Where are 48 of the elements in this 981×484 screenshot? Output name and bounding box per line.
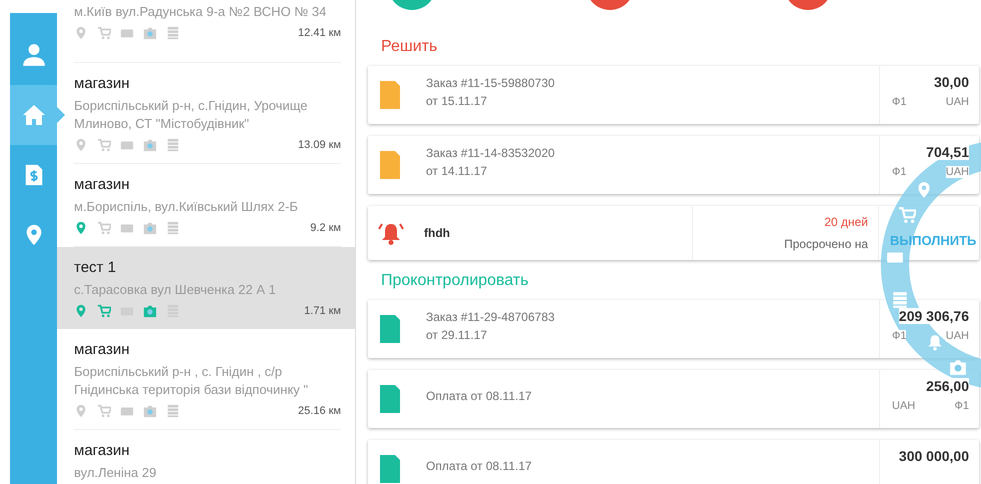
distance-label: 12.41 км	[298, 27, 341, 39]
amount-label: UAH	[892, 400, 916, 412]
amount-label: Ф1	[892, 166, 906, 178]
amount-value: 704,51	[926, 144, 969, 160]
cart-icon[interactable]	[898, 206, 916, 224]
distance-label: 13.09 км	[298, 139, 341, 151]
store-address: м.Київ вул.Радунська 9-а №2 ВСНО № 34	[74, 3, 328, 21]
bell-icon[interactable]	[926, 333, 944, 351]
store-name: магазин	[74, 341, 131, 359]
amount-value: 30,00	[934, 74, 969, 90]
section-title: Проконтролировать	[381, 272, 530, 290]
document-title: Заказ #11-14-83532020	[426, 145, 556, 162]
list-icon[interactable]	[891, 291, 909, 309]
amount-label: UAH	[946, 330, 969, 342]
overdue-label: Просрочено на	[784, 237, 868, 251]
document-date: от 15.11.17	[426, 93, 488, 110]
store-name: тест 1	[74, 259, 117, 277]
document-title: Оплата от 08.11.17	[426, 388, 533, 405]
store-address: Бориспільський р-н, с.Гнідин, Урочище Млиново, СТ "Містобудівник"	[74, 97, 308, 133]
document-title: Заказ #11-29-48706783	[426, 309, 556, 326]
document-date: от 29.11.17	[426, 327, 488, 344]
home-icon	[22, 103, 46, 127]
store-name: магазин	[74, 442, 131, 460]
store-address: вул.Леніна 29	[74, 464, 158, 482]
amount-value: 256,00	[926, 378, 969, 394]
section-title: Решить	[381, 38, 438, 56]
document-title: Оплата от 08.11.17	[426, 458, 533, 475]
store-address: Бориспільський р-н , с. Гнідин , с/р Гнідинська територія бази відпочинку "	[74, 363, 310, 399]
alert-title: fhdh	[424, 226, 451, 240]
amount-value: 300 000,00	[898, 448, 969, 464]
document-title: Заказ #11-15-59880730	[426, 75, 556, 92]
amount-value: 209 306,76	[898, 308, 969, 324]
document-date: от 14.11.17	[426, 163, 488, 180]
amount-label: Ф1	[954, 400, 969, 412]
store-name: магазин	[74, 176, 131, 194]
amount-label: Ф1	[892, 330, 906, 342]
store-address: с.Тарасовка вул Шевченка 22 А 1	[74, 281, 277, 299]
person-icon	[20, 42, 46, 68]
store-name: магазин	[74, 75, 131, 93]
distance-label: 1.71 км	[304, 305, 341, 317]
distance-label: 25.16 км	[298, 405, 341, 417]
amount-label: Ф1	[892, 96, 906, 108]
amount-label: UAH	[946, 96, 969, 108]
overdue-days: 20 дней	[824, 215, 868, 229]
amount-label: UAH	[946, 166, 969, 178]
store-list-item[interactable]: тест 1 с.Тарасовка вул Шевченка 22 А 1 1.71 км	[57, 247, 355, 329]
store-address: м.Бориспіль, вул.Київський Шлях 2-Б	[74, 198, 299, 216]
distance-label: 9.2 км	[310, 222, 341, 234]
